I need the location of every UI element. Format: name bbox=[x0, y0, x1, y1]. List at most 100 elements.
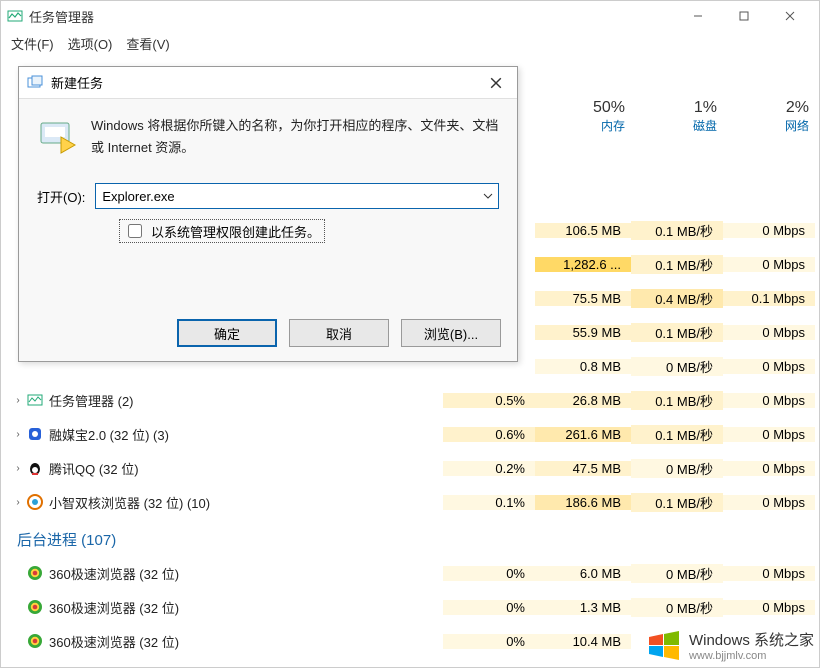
cell-disk: 0.4 MB/秒 bbox=[631, 289, 723, 308]
cell-memory: 1.3 MB bbox=[535, 600, 631, 615]
expand-icon[interactable]: › bbox=[11, 463, 25, 474]
expand-icon[interactable]: › bbox=[11, 429, 25, 440]
dialog-message: Windows 将根据你所键入的名称，为你打开相应的程序、文件夹、文档或 Int… bbox=[91, 115, 499, 159]
cell-network: 0 Mbps bbox=[723, 566, 815, 581]
cell-memory: 47.5 MB bbox=[535, 461, 631, 476]
dialog-title: 新建任务 bbox=[51, 73, 483, 92]
table-row[interactable]: › 融媒宝2.0 (32 位) (3) 0.6% 261.6 MB 0.1 MB… bbox=[11, 417, 815, 451]
cell-network: 0 Mbps bbox=[723, 359, 815, 374]
expand-icon[interactable]: › bbox=[11, 395, 25, 406]
table-row[interactable]: › 小智双核浏览器 (32 位) (10) 0.1% 186.6 MB 0.1 … bbox=[11, 485, 815, 519]
col-disk[interactable]: 1% 磁盘 bbox=[635, 93, 727, 149]
cell-network: 0 Mbps bbox=[723, 257, 815, 272]
cell-memory: 186.6 MB bbox=[535, 495, 631, 510]
run-dialog: 新建任务 Windows 将根据你所键入的名称，为你打开相应的程序、文件夹、文档… bbox=[18, 66, 518, 362]
table-row[interactable]: › 任务管理器 (2) 0.5% 26.8 MB 0.1 MB/秒 0 Mbps bbox=[11, 383, 815, 417]
cell-disk: 0 MB/秒 bbox=[631, 459, 723, 478]
cell-disk: 0 MB/秒 bbox=[631, 357, 723, 376]
col-network-label: 网络 bbox=[727, 117, 809, 134]
cancel-button[interactable]: 取消 bbox=[289, 319, 389, 347]
open-combobox[interactable] bbox=[95, 183, 499, 209]
cell-memory: 26.8 MB bbox=[535, 393, 631, 408]
col-memory-pct: 50% bbox=[539, 99, 625, 117]
process-icon bbox=[25, 599, 45, 615]
process-icon bbox=[25, 565, 45, 581]
cell-disk: 0.1 MB/秒 bbox=[631, 425, 723, 444]
cell-cpu: 0.1% bbox=[443, 495, 535, 510]
process-icon bbox=[25, 494, 45, 510]
process-icon bbox=[25, 392, 45, 408]
titlebar[interactable]: 任务管理器 bbox=[1, 1, 819, 31]
admin-checkbox-label: 以系统管理权限创建此任务。 bbox=[151, 222, 320, 241]
watermark: Windows 系统之家 www.bjjmlv.com bbox=[647, 629, 814, 662]
cell-cpu: 0% bbox=[443, 600, 535, 615]
process-name: 360极速浏览器 (32 位) bbox=[45, 632, 443, 651]
cell-disk: 0 MB/秒 bbox=[631, 598, 723, 617]
close-button[interactable] bbox=[767, 1, 813, 31]
menu-view[interactable]: 查看(V) bbox=[126, 34, 169, 53]
cell-memory: 75.5 MB bbox=[535, 291, 631, 306]
process-name: 任务管理器 (2) bbox=[45, 391, 443, 410]
watermark-line2: www.bjjmlv.com bbox=[689, 650, 814, 662]
browse-button[interactable]: 浏览(B)... bbox=[401, 319, 501, 347]
task-manager-icon bbox=[7, 8, 23, 24]
window-title: 任务管理器 bbox=[29, 7, 675, 26]
run-dialog-icon bbox=[27, 75, 43, 91]
column-headers: 50% 内存 1% 磁盘 2% 网络 bbox=[539, 93, 819, 149]
menu-options[interactable]: 选项(O) bbox=[68, 34, 113, 53]
process-name: 小智双核浏览器 (32 位) (10) bbox=[45, 493, 443, 512]
process-icon bbox=[25, 633, 45, 649]
process-name: 腾讯QQ (32 位) bbox=[45, 459, 443, 478]
cell-cpu: 0% bbox=[443, 634, 535, 649]
process-icon bbox=[25, 460, 45, 476]
col-disk-pct: 1% bbox=[635, 99, 717, 117]
cell-network: 0 Mbps bbox=[723, 600, 815, 615]
menu-file[interactable]: 文件(F) bbox=[11, 34, 54, 53]
cell-cpu: 0.5% bbox=[443, 393, 535, 408]
cell-disk: 0 MB/秒 bbox=[631, 564, 723, 583]
col-disk-label: 磁盘 bbox=[635, 117, 717, 134]
watermark-line1: Windows 系统之家 bbox=[689, 629, 814, 650]
cell-cpu: 0% bbox=[443, 566, 535, 581]
admin-checkbox[interactable] bbox=[128, 224, 142, 238]
dialog-titlebar[interactable]: 新建任务 bbox=[19, 67, 517, 99]
maximize-button[interactable] bbox=[721, 1, 767, 31]
admin-checkbox-row[interactable]: 以系统管理权限创建此任务。 bbox=[119, 219, 325, 243]
cell-memory: 10.4 MB bbox=[535, 634, 631, 649]
process-name: 融媒宝2.0 (32 位) (3) bbox=[45, 425, 443, 444]
ok-button[interactable]: 确定 bbox=[177, 319, 277, 347]
table-row[interactable]: 360极速浏览器 (32 位) 0% 1.3 MB 0 MB/秒 0 Mbps bbox=[11, 590, 815, 624]
cell-disk: 0.1 MB/秒 bbox=[631, 493, 723, 512]
cell-memory: 261.6 MB bbox=[535, 427, 631, 442]
background-processes-header: 后台进程 (107) bbox=[11, 519, 815, 556]
cell-disk: 0.1 MB/秒 bbox=[631, 255, 723, 274]
cell-cpu: 0.2% bbox=[443, 461, 535, 476]
cell-network: 0 Mbps bbox=[723, 461, 815, 476]
cell-memory: 55.9 MB bbox=[535, 325, 631, 340]
chevron-down-icon[interactable] bbox=[478, 184, 498, 208]
table-row[interactable]: › 腾讯QQ (32 位) 0.2% 47.5 MB 0 MB/秒 0 Mbps bbox=[11, 451, 815, 485]
cell-disk: 0.1 MB/秒 bbox=[631, 391, 723, 410]
col-memory-label: 内存 bbox=[539, 117, 625, 134]
col-memory[interactable]: 50% 内存 bbox=[539, 93, 635, 149]
dialog-close-button[interactable] bbox=[483, 70, 509, 96]
cell-network: 0 Mbps bbox=[723, 223, 815, 238]
process-name: 360极速浏览器 (32 位) bbox=[45, 598, 443, 617]
expand-icon[interactable]: › bbox=[11, 497, 25, 508]
windows-logo-icon bbox=[647, 631, 681, 661]
minimize-button[interactable] bbox=[675, 1, 721, 31]
cell-network: 0 Mbps bbox=[723, 393, 815, 408]
process-icon bbox=[25, 426, 45, 442]
col-network-pct: 2% bbox=[727, 99, 809, 117]
open-input[interactable] bbox=[96, 184, 478, 208]
cell-network: 0 Mbps bbox=[723, 495, 815, 510]
cell-disk: 0.1 MB/秒 bbox=[631, 221, 723, 240]
cell-cpu: 0.6% bbox=[443, 427, 535, 442]
col-network[interactable]: 2% 网络 bbox=[727, 93, 819, 149]
cell-memory: 106.5 MB bbox=[535, 223, 631, 238]
table-row[interactable]: 360极速浏览器 (32 位) 0% 6.0 MB 0 MB/秒 0 Mbps bbox=[11, 556, 815, 590]
run-program-icon bbox=[37, 115, 77, 155]
process-name: 360极速浏览器 (32 位) bbox=[45, 564, 443, 583]
cell-memory: 6.0 MB bbox=[535, 566, 631, 581]
menubar: 文件(F) 选项(O) 查看(V) bbox=[1, 31, 819, 55]
